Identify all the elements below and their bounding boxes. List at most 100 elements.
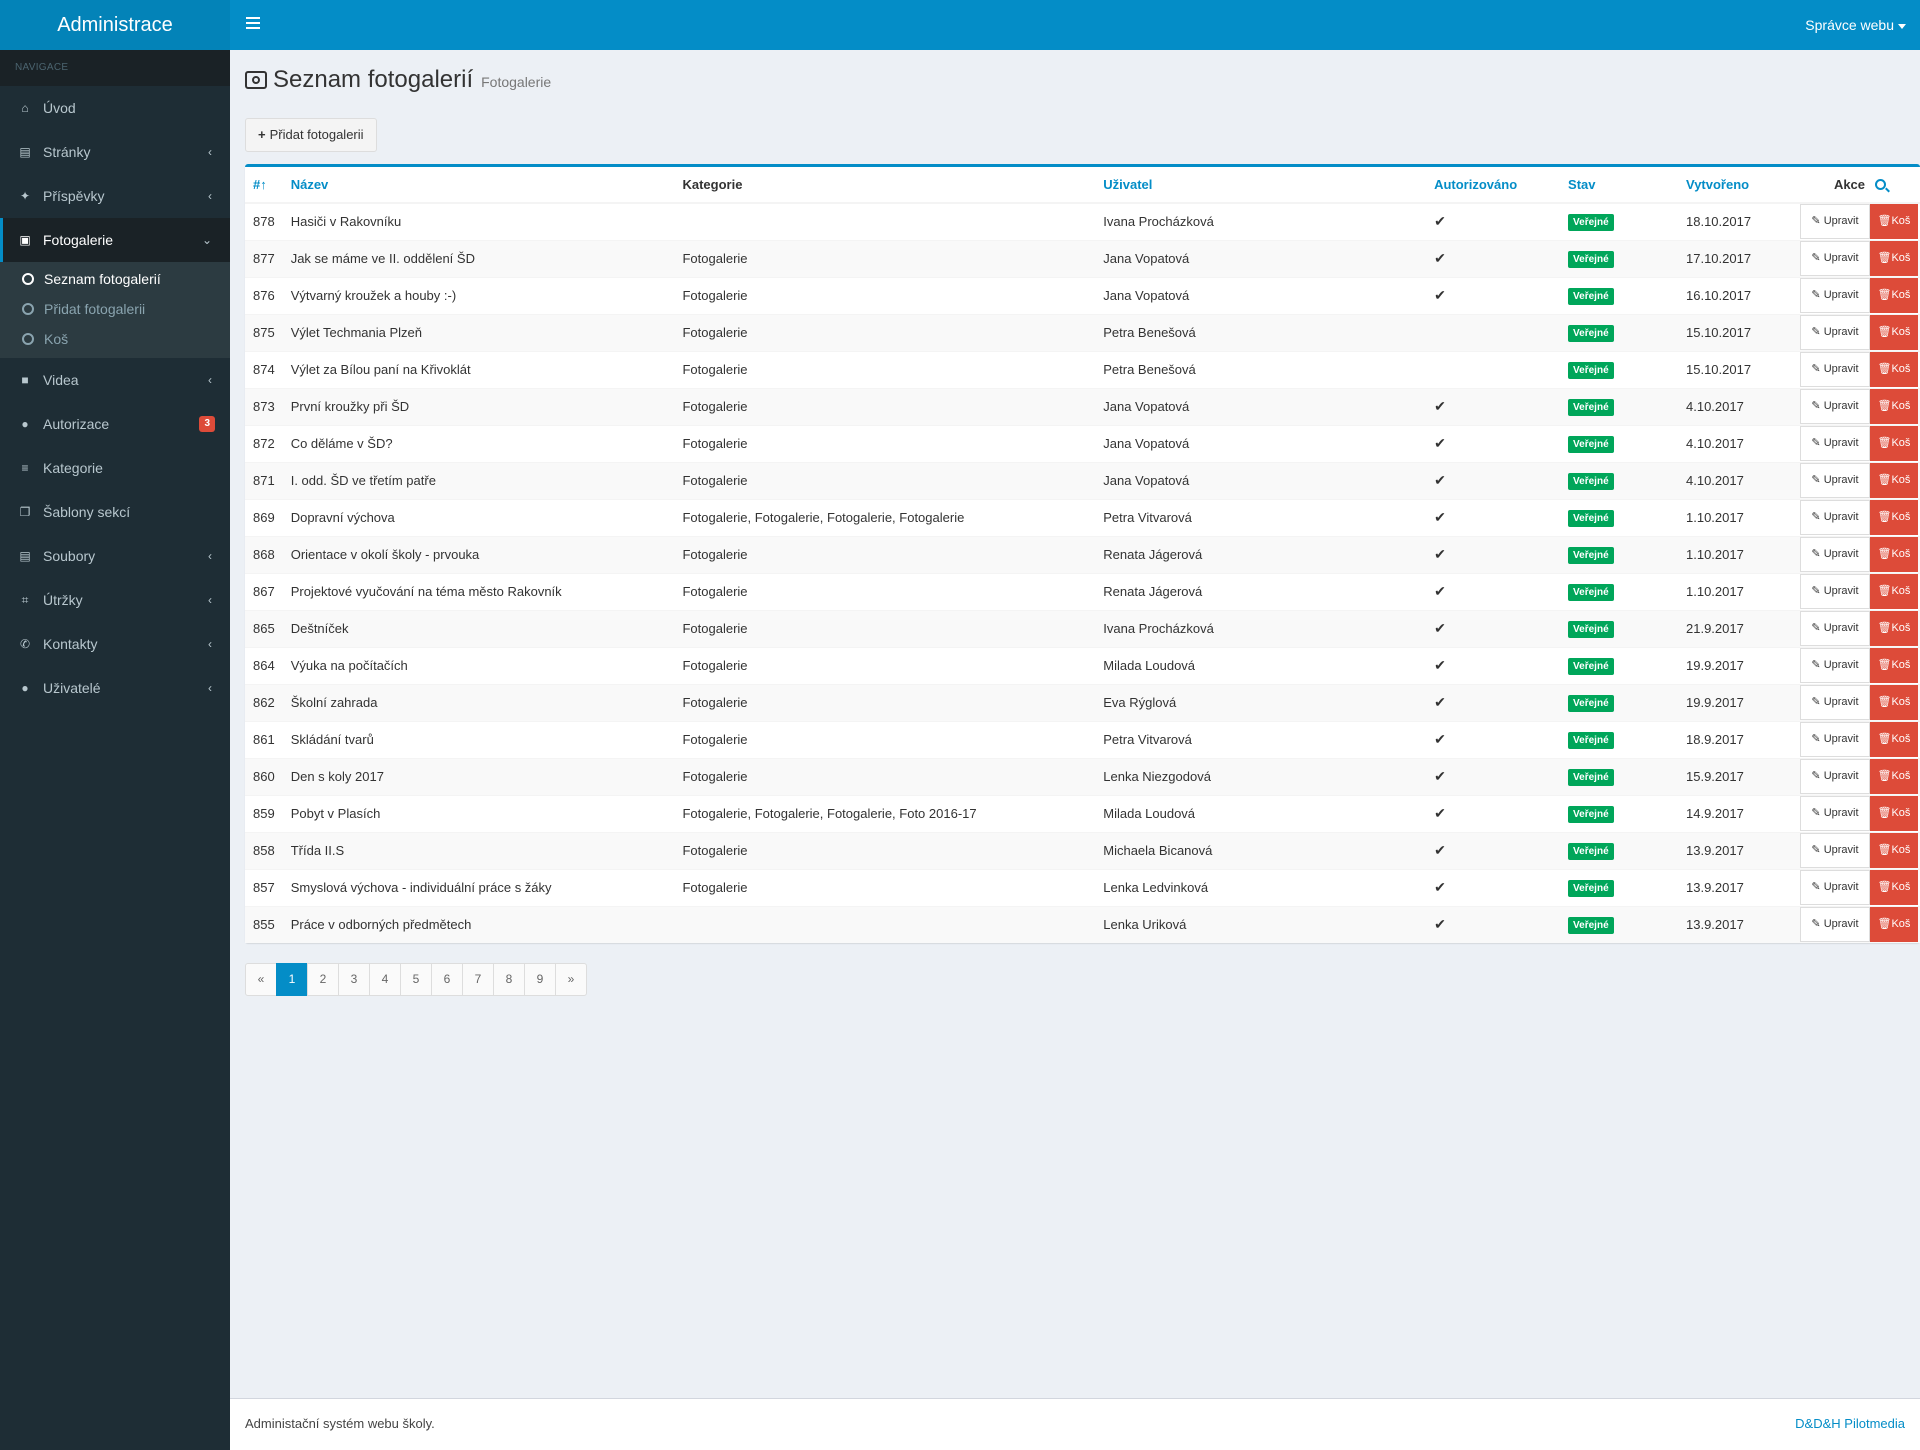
sidebar-item[interactable]: ⌗ Útržky ‹ xyxy=(0,578,230,622)
sidebar-item[interactable]: ⌂ Úvod xyxy=(0,86,230,130)
table-header-row: #↑ Název Kategorie Uživatel Autorizováno… xyxy=(245,167,1920,204)
delete-button[interactable]: 🗑Koš xyxy=(1869,833,1918,868)
delete-button[interactable]: 🗑Koš xyxy=(1869,907,1918,943)
col-authorized[interactable]: Autorizováno xyxy=(1426,167,1561,204)
brand-logo[interactable]: Administrace xyxy=(0,0,230,50)
edit-icon: ✎ xyxy=(1811,215,1821,228)
edit-button[interactable]: ✎ Upravit xyxy=(1799,389,1870,424)
edit-button[interactable]: ✎ Upravit xyxy=(1799,500,1870,535)
delete-button[interactable]: 🗑Koš xyxy=(1869,759,1918,794)
edit-button[interactable]: ✎ Upravit xyxy=(1799,648,1870,683)
edit-button[interactable]: ✎ Upravit xyxy=(1799,611,1870,646)
col-status[interactable]: Stav xyxy=(1560,167,1678,204)
edit-button[interactable]: ✎ Upravit xyxy=(1799,426,1870,461)
delete-button[interactable]: 🗑Koš xyxy=(1869,574,1918,609)
edit-button[interactable]: ✎ Upravit xyxy=(1799,278,1870,313)
status-badge: Veřejné xyxy=(1568,657,1614,675)
delete-button[interactable]: 🗑Koš xyxy=(1869,204,1918,240)
edit-button[interactable]: ✎ Upravit xyxy=(1799,574,1870,609)
sidebar-subitem[interactable]: Seznam fotogalerií xyxy=(0,264,230,294)
edit-button[interactable]: ✎ Upravit xyxy=(1799,204,1870,240)
sidebar-item[interactable]: ● Autorizace 3 xyxy=(0,402,230,446)
edit-button[interactable]: ✎ Upravit xyxy=(1799,352,1870,387)
delete-button[interactable]: 🗑Koš xyxy=(1869,537,1918,572)
delete-button[interactable]: 🗑Koš xyxy=(1869,463,1918,498)
edit-button[interactable]: ✎ Upravit xyxy=(1799,796,1870,831)
row-status: Veřejné xyxy=(1560,646,1678,684)
pagination-page[interactable]: 9 xyxy=(524,963,556,996)
sidebar-subitem[interactable]: Koš xyxy=(0,324,230,354)
delete-button[interactable]: 🗑Koš xyxy=(1869,648,1918,683)
edit-button[interactable]: ✎ Upravit xyxy=(1799,870,1870,905)
sidebar-item[interactable]: ❐ Šablony sekcí xyxy=(0,490,230,534)
col-name[interactable]: Název xyxy=(282,167,675,204)
edit-button[interactable]: ✎ Upravit xyxy=(1799,833,1870,868)
user-icon: ● xyxy=(21,681,29,695)
col-user[interactable]: Uživatel xyxy=(1095,167,1427,204)
edit-button[interactable]: ✎ Upravit xyxy=(1799,315,1870,350)
edit-button[interactable]: ✎ Upravit xyxy=(1799,537,1870,572)
col-created[interactable]: Vytvořeno xyxy=(1678,167,1800,204)
sidebar-subitem[interactable]: Přidat fotogalerii xyxy=(0,294,230,324)
circle-icon xyxy=(22,303,34,315)
delete-button[interactable]: 🗑Koš xyxy=(1869,278,1918,313)
delete-button[interactable]: 🗑Koš xyxy=(1869,389,1918,424)
table-row: 875 Výlet Techmania Plzeň Fotogalerie Petra… xyxy=(245,313,1920,351)
trash-icon: 🗑 xyxy=(1877,215,1892,228)
check-icon: ✔ xyxy=(1434,250,1446,266)
delete-button[interactable]: 🗑Koš xyxy=(1869,611,1918,646)
sidebar-item[interactable]: ≡ Kategorie xyxy=(0,446,230,490)
row-created: 15.10.2017 xyxy=(1678,350,1800,388)
sidebar-item[interactable]: ▤ Stránky ‹ xyxy=(0,130,230,174)
search-icon[interactable] xyxy=(1875,179,1887,190)
pagination-page[interactable]: 7 xyxy=(462,963,494,996)
row-actions: ✎ Upravit 🗑Koš xyxy=(1799,720,1920,758)
delete-button[interactable]: 🗑Koš xyxy=(1869,870,1918,905)
pagination-page[interactable]: 8 xyxy=(493,963,525,996)
delete-label: Koš xyxy=(1891,363,1911,375)
sidebar-item[interactable]: ■ Videa ‹ xyxy=(0,358,230,402)
delete-button[interactable]: 🗑Koš xyxy=(1869,241,1918,276)
delete-button[interactable]: 🗑Koš xyxy=(1869,426,1918,461)
edit-button[interactable]: ✎ Upravit xyxy=(1799,759,1870,794)
pagination-page[interactable]: 2 xyxy=(307,963,339,996)
delete-label: Koš xyxy=(1891,252,1911,264)
pagination-page[interactable]: 3 xyxy=(338,963,370,996)
delete-button[interactable]: 🗑Koš xyxy=(1869,315,1918,350)
edit-button[interactable]: ✎ Upravit xyxy=(1799,722,1870,757)
pagination-prev[interactable]: « xyxy=(245,963,277,996)
delete-button[interactable]: 🗑Koš xyxy=(1869,352,1918,387)
delete-button[interactable]: 🗑Koš xyxy=(1869,685,1918,720)
delete-label: Koš xyxy=(1891,548,1911,560)
edit-button[interactable]: ✎ Upravit xyxy=(1799,241,1870,276)
row-created: 13.9.2017 xyxy=(1678,831,1800,869)
user-menu[interactable]: Správce webu xyxy=(1805,0,1906,50)
delete-button[interactable]: 🗑Koš xyxy=(1869,500,1918,535)
pagination-page[interactable]: 1 xyxy=(276,963,308,996)
chevron-left-icon: ‹ xyxy=(208,593,212,607)
sidebar-item[interactable]: ▤ Soubory ‹ xyxy=(0,534,230,578)
sidebar-item[interactable]: ✦ Příspěvky ‹ xyxy=(0,174,230,218)
edit-label: Upravit xyxy=(1823,807,1859,819)
table-row: 872 Co děláme v ŠD? Fotogalerie Jana Vopato… xyxy=(245,424,1920,462)
pagination-page[interactable]: 6 xyxy=(431,963,463,996)
pagination-page[interactable]: 4 xyxy=(369,963,401,996)
top-navbar: Správce webu xyxy=(230,0,1920,50)
sidebar-item[interactable]: ▣ Fotogalerie ⌄ xyxy=(0,218,230,262)
edit-button[interactable]: ✎ Upravit xyxy=(1799,463,1870,498)
add-gallery-button[interactable]: + Přidat fotogalerii xyxy=(245,118,377,152)
pagination-page[interactable]: 5 xyxy=(400,963,432,996)
row-id: 862 xyxy=(245,683,283,721)
menu-toggle-icon[interactable] xyxy=(246,17,260,31)
edit-button[interactable]: ✎ Upravit xyxy=(1799,907,1870,943)
edit-button[interactable]: ✎ Upravit xyxy=(1799,685,1870,720)
footer-link[interactable]: D&D&H Pilotmedia xyxy=(1795,1399,1905,1449)
pagination-next[interactable]: » xyxy=(555,963,587,996)
sidebar-item[interactable]: ● Uživatelé ‹ xyxy=(0,666,230,710)
delete-button[interactable]: 🗑Koš xyxy=(1869,722,1918,757)
col-id[interactable]: #↑ xyxy=(245,167,283,204)
sidebar-item[interactable]: ✆ Kontakty ‹ xyxy=(0,622,230,666)
delete-button[interactable]: 🗑Koš xyxy=(1869,796,1918,831)
row-authorized: ✔ xyxy=(1426,424,1561,462)
row-name: Skládání tvarů xyxy=(282,720,675,758)
